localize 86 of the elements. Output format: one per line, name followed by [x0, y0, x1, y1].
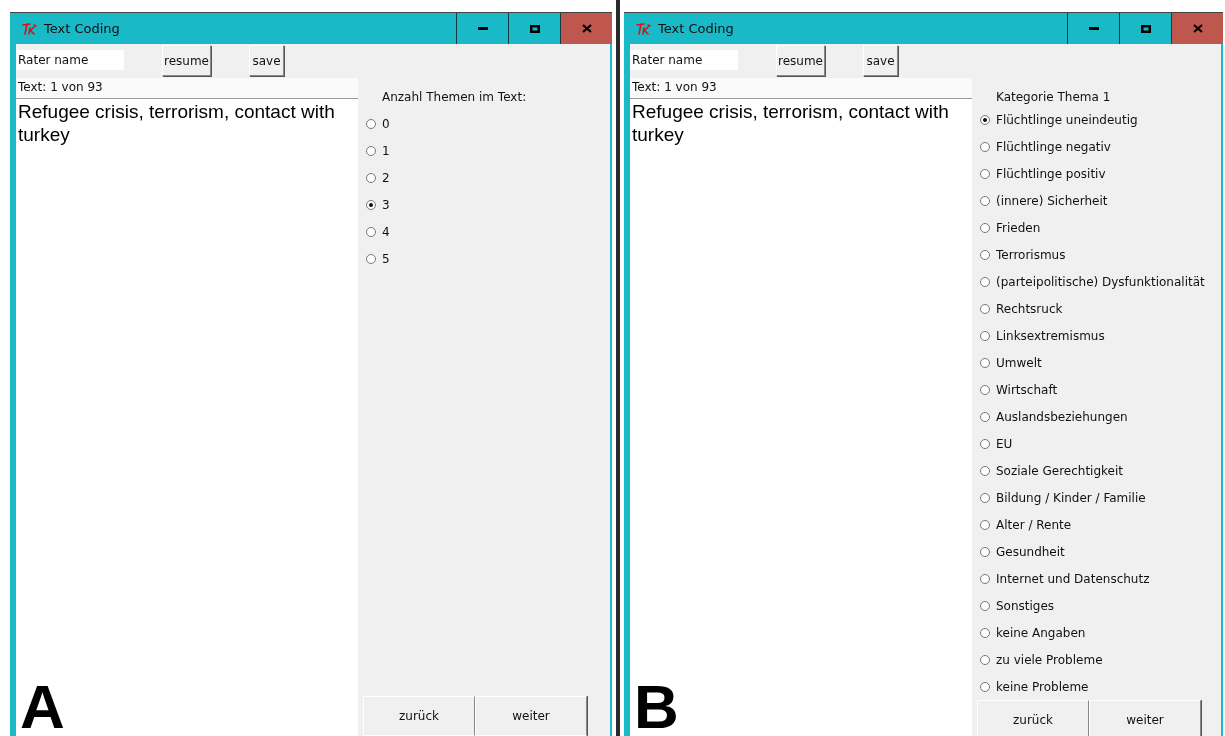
maximize-icon [529, 24, 540, 33]
text-content: Refugee crisis, terrorism, contact with turkey [632, 100, 950, 146]
radio-button[interactable] [366, 145, 376, 156]
radio-button[interactable] [980, 195, 990, 206]
radio-button[interactable] [366, 199, 376, 210]
radio-label: 2 [382, 170, 390, 185]
radio-button[interactable] [980, 438, 990, 449]
close-icon [581, 24, 592, 33]
radio-label: Flüchtlinge uneindeutig [996, 112, 1138, 127]
radio-button[interactable] [366, 253, 376, 264]
radio-button[interactable] [980, 573, 990, 584]
radio-button[interactable] [980, 411, 990, 422]
back-button[interactable]: zurück [363, 696, 475, 736]
radio-label: Frieden [996, 220, 1041, 235]
radio-label: Auslandsbeziehungen [996, 409, 1128, 424]
next-button[interactable]: weiter [475, 696, 587, 736]
radio-label: (innere) Sicherheit [996, 193, 1108, 208]
text-counter: Text: 1 von 93 [630, 78, 972, 98]
resume-button[interactable]: resume [776, 45, 825, 76]
radio-label: Umwelt [996, 355, 1042, 370]
radio-label: (parteipolitische) Dysfunktionalität [996, 274, 1205, 289]
radio-label: 5 [382, 251, 390, 266]
close-icon [1192, 24, 1203, 33]
next-button[interactable]: weiter [1089, 700, 1201, 736]
minimize-icon [477, 27, 488, 30]
radio-label: Bildung / Kinder / Familie [996, 490, 1146, 505]
radio-button[interactable] [366, 226, 376, 237]
app-icon [636, 22, 652, 35]
radio-button[interactable] [980, 276, 990, 287]
radio-button[interactable] [980, 303, 990, 314]
close-button[interactable] [560, 13, 612, 44]
app-icon [22, 22, 38, 35]
radio-button[interactable] [980, 654, 990, 665]
radio-button[interactable] [366, 118, 376, 129]
maximize-icon [1140, 24, 1151, 33]
resume-button[interactable]: resume [162, 45, 211, 76]
radio-button[interactable] [980, 600, 990, 611]
radio-button[interactable] [980, 627, 990, 638]
radio-button[interactable] [980, 168, 990, 179]
radio-label: zu viele Probleme [996, 652, 1103, 667]
radio-label: Gesundheit [996, 544, 1065, 559]
text-content: Refugee crisis, terrorism, contact with turkey [18, 100, 336, 146]
panel-label: A [20, 676, 65, 736]
back-button[interactable]: zurück [977, 700, 1089, 736]
radio-label: 1 [382, 143, 390, 158]
radio-button[interactable] [980, 546, 990, 557]
radio-label: 4 [382, 224, 390, 239]
radio-button[interactable] [980, 330, 990, 341]
radio-label: Wirtschaft [996, 382, 1058, 397]
save-button[interactable]: save [249, 45, 284, 76]
radio-label: Alter / Rente [996, 517, 1072, 532]
radio-label: Flüchtlinge positiv [996, 166, 1106, 181]
radio-button[interactable] [980, 114, 990, 125]
radio-label: Flüchtlinge negativ [996, 139, 1111, 154]
radio-label: keine Angaben [996, 625, 1086, 640]
window-title: Text Coding [658, 21, 735, 36]
radio-label: Linksextremismus [996, 328, 1105, 343]
window-title: Text Coding [44, 21, 121, 36]
radio-label: EU [996, 436, 1013, 451]
close-button[interactable] [1171, 13, 1223, 44]
radio-button[interactable] [980, 492, 990, 503]
radio-button[interactable] [366, 172, 376, 183]
panel-label: B [634, 676, 679, 736]
radio-label: Rechtsruck [996, 301, 1063, 316]
radio-button[interactable] [980, 141, 990, 152]
radio-button[interactable] [980, 384, 990, 395]
radio-button[interactable] [980, 249, 990, 260]
minimize-icon [1088, 27, 1099, 30]
radio-label: 0 [382, 116, 390, 131]
radio-label: keine Probleme [996, 679, 1089, 694]
radio-label: Soziale Gerechtigkeit [996, 463, 1123, 478]
rater-name-field[interactable]: Rater name [630, 50, 738, 70]
radio-label: 3 [382, 197, 390, 212]
question-title: Kategorie Thema 1 [996, 90, 1112, 104]
radio-label: Internet und Datenschutz [996, 571, 1150, 586]
radio-button[interactable] [980, 357, 990, 368]
rater-name-field[interactable]: Rater name [16, 50, 124, 70]
radio-button[interactable] [980, 465, 990, 476]
question-title: Anzahl Themen im Text: [382, 90, 528, 106]
radio-button[interactable] [980, 519, 990, 530]
text-counter: Text: 1 von 93 [16, 78, 358, 98]
radio-label: Sonstiges [996, 598, 1055, 613]
radio-label: Terrorismus [996, 247, 1066, 262]
radio-button[interactable] [980, 681, 990, 692]
save-button[interactable]: save [863, 45, 898, 76]
radio-button[interactable] [980, 222, 990, 233]
